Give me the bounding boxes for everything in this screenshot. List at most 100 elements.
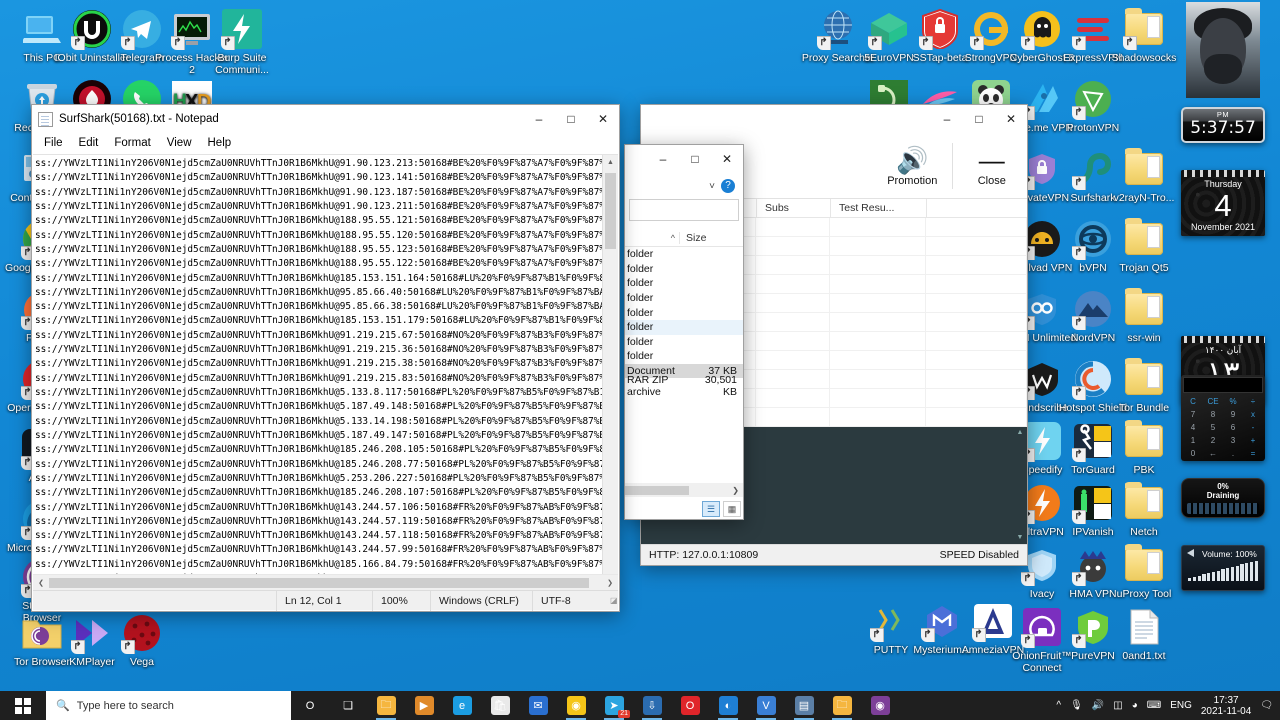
notepad-menu-file[interactable]: File <box>36 135 71 151</box>
sort-ascending-icon[interactable]: ^ <box>625 233 679 243</box>
scroll-up-arrow[interactable]: ▲ <box>603 155 618 171</box>
front-window-column-headers[interactable]: ^ Size <box>625 229 743 247</box>
console-scrollbar[interactable]: ▲ ▼ <box>1013 427 1027 544</box>
calculator-key-2[interactable]: 2 <box>1203 434 1223 447</box>
details-view-button[interactable]: ☰ <box>702 501 720 517</box>
front-window-minimize-button[interactable]: – <box>647 145 679 173</box>
notepad-window[interactable]: SurfShark(50168).txt - Notepad – □ ✕ Fil… <box>31 104 620 612</box>
notepad-vertical-scrollbar[interactable]: ▲ ▼ <box>602 155 618 590</box>
calculator-key-C[interactable]: C <box>1183 395 1203 408</box>
wifi-icon[interactable]: ◕ <box>1132 700 1138 711</box>
notepad-line[interactable]: ss://YWVzLTI1Ni1nY206V0N1ejd5cmZaU0NRUVh… <box>35 214 602 228</box>
taskbar-chrome-icon[interactable]: ◉ <box>557 691 595 720</box>
notepad-line[interactable]: ss://YWVzLTI1Ni1nY206V0N1ejd5cmZaU0NRUVh… <box>35 272 602 286</box>
taskbar[interactable]: 🔍 Type here to search O ❏ 🗀 ▶ e 🛍 ✉ ◉ ➤ 21 ⇩ O ◐ V ▤ 🗀 ◉… <box>0 691 1280 720</box>
notepad-editor-area[interactable]: ss://YWVzLTI1Ni1nY206V0N1ejd5cmZaU0NRUVh… <box>33 154 618 590</box>
microphone-icon[interactable]: 🎙 <box>1070 700 1083 711</box>
desktop-icon-trojan-qt5[interactable]: Trojan Qt5 <box>1106 218 1182 275</box>
volume-icon[interactable]: 🔊 <box>1092 700 1104 711</box>
calculator-key-÷[interactable]: ÷ <box>1243 395 1263 408</box>
calculator-key-9[interactable]: 9 <box>1223 408 1243 421</box>
view-mode-buttons[interactable]: ☰ ▦ <box>702 501 741 517</box>
notepad-line[interactable]: ss://YWVzLTI1Ni1nY206V0N1ejd5cmZaU0NRUVh… <box>35 300 602 314</box>
taskbar-task-view-icon[interactable]: ❏ <box>329 691 367 720</box>
notepad-line[interactable]: ss://YWVzLTI1Ni1nY206V0N1ejd5cmZaU0NRUVh… <box>35 229 602 243</box>
front-window-controls[interactable]: – □ ✕ <box>647 145 743 173</box>
battery-icon[interactable]: ◫ <box>1113 700 1122 711</box>
notepad-line[interactable]: ss://YWVzLTI1Ni1nY206V0N1ejd5cmZaU0NRUVh… <box>35 558 602 572</box>
notepad-line[interactable]: ss://YWVzLTI1Ni1nY206V0N1ejd5cmZaU0NRUVh… <box>35 243 602 257</box>
taskbar-v2ray-icon[interactable]: V <box>747 691 785 720</box>
taskbar-store-icon[interactable]: 🛍 <box>481 691 519 720</box>
notepad-line[interactable]: ss://YWVzLTI1Ni1nY206V0N1ejd5cmZaU0NRUVh… <box>35 257 602 271</box>
calculator-key-CE[interactable]: CE <box>1203 395 1223 408</box>
close-button[interactable]: — Close <box>957 145 1028 187</box>
back-window-maximize-button[interactable]: □ <box>963 105 995 133</box>
notepad-line[interactable]: ss://YWVzLTI1Ni1nY206V0N1ejd5cmZaU0NRUVh… <box>35 171 602 185</box>
calculator-key-x[interactable]: x <box>1243 408 1263 421</box>
notepad-line[interactable]: ss://YWVzLTI1Ni1nY206V0N1ejd5cmZaU0NRUVh… <box>35 415 602 429</box>
desktop-icon-v2rayn-tro[interactable]: v2rayN-Tro... <box>1106 148 1182 205</box>
notepad-line[interactable]: ss://YWVzLTI1Ni1nY206V0N1ejd5cmZaU0NRUVh… <box>35 429 602 443</box>
desktop-icon-tor-bundle[interactable]: Tor Bundle <box>1106 358 1182 415</box>
front-window-maximize-button[interactable]: □ <box>679 145 711 173</box>
console-scroll-down-arrow[interactable]: ▼ <box>1013 532 1027 544</box>
file-list-item[interactable]: folder <box>625 335 743 350</box>
desktop-icon-ssr-win[interactable]: ssr-win <box>1106 288 1182 345</box>
notepad-line[interactable]: ss://YWVzLTI1Ni1nY206V0N1ejd5cmZaU0NRUVh… <box>35 372 602 386</box>
notepad-hscroll-thumb[interactable] <box>49 577 589 588</box>
front-window-horizontal-scrollbar[interactable]: ❯ <box>625 483 743 497</box>
hscroll-right-arrow[interactable]: ❯ <box>602 579 618 587</box>
vscroll-thumb[interactable] <box>605 173 616 249</box>
taskbar-pinned-apps[interactable]: O ❏ 🗀 ▶ e 🛍 ✉ ◉ ➤ 21 ⇩ O ◐ V ▤ 🗀 ◉ <box>291 691 899 720</box>
taskbar-cyberghost-icon[interactable]: ◐ <box>709 691 747 720</box>
taskbar-mail-icon[interactable]: ✉ <box>519 691 557 720</box>
taskbar-telegram-icon[interactable]: ➤ 21 <box>595 691 633 720</box>
notepad-line[interactable]: ss://YWVzLTI1Ni1nY206V0N1ejd5cmZaU0NRUVh… <box>35 357 602 371</box>
hscroll-right-arrow[interactable]: ❯ <box>732 486 743 495</box>
calculator-key-+[interactable]: + <box>1243 434 1263 447</box>
notepad-line[interactable]: ss://YWVzLTI1Ni1nY206V0N1ejd5cmZaU0NRUVh… <box>35 472 602 486</box>
notepad-line[interactable]: ss://YWVzLTI1Ni1nY206V0N1ejd5cmZaU0NRUVh… <box>35 314 602 328</box>
hscroll-left-arrow[interactable]: ❮ <box>33 579 49 587</box>
notepad-line[interactable]: ss://YWVzLTI1Ni1nY206V0N1ejd5cmZaU0NRUVh… <box>35 458 602 472</box>
front-window-toolbar[interactable]: ˅ ? <box>625 173 743 199</box>
notepad-line[interactable]: ss://YWVzLTI1Ni1nY206V0N1ejd5cmZaU0NRUVh… <box>35 443 602 457</box>
taskbar-cortana-icon[interactable]: O <box>291 691 329 720</box>
hscroll-track[interactable] <box>49 577 602 589</box>
calculator-key-%[interactable]: % <box>1223 395 1243 408</box>
calculator-key-←[interactable]: ← <box>1203 447 1223 460</box>
notepad-minimize-button[interactable]: – <box>523 105 555 133</box>
back-window-titlebar[interactable]: – □ ✕ <box>641 105 1027 133</box>
taskbar-tor-icon[interactable]: ◉ <box>861 691 899 720</box>
notepad-menu-view[interactable]: View <box>159 135 200 151</box>
notepad-line[interactable]: ss://YWVzLTI1Ni1nY206V0N1ejd5cmZaU0NRUVh… <box>35 386 602 400</box>
notepad-line[interactable]: ss://YWVzLTI1Ni1nY206V0N1ejd5cmZaU0NRUVh… <box>35 543 602 557</box>
notepad-line[interactable]: ss://YWVzLTI1Ni1nY206V0N1ejd5cmZaU0NRUVh… <box>35 286 602 300</box>
column-header-subs[interactable]: Subs <box>757 198 831 218</box>
desktop-icon-0and1-txt[interactable]: 0and1.txt <box>1106 606 1182 663</box>
notepad-text-content[interactable]: ss://YWVzLTI1Ni1nY206V0N1ejd5cmZaU0NRUVh… <box>33 155 602 590</box>
console-scroll-up-arrow[interactable]: ▲ <box>1013 427 1027 439</box>
selected-text[interactable]: ss <box>35 315 46 326</box>
notepad-line[interactable]: ss://YWVzLTI1Ni1nY206V0N1ejd5cmZaU0NRUVh… <box>35 186 602 200</box>
calculator-key--[interactable]: - <box>1243 421 1263 434</box>
notepad-line[interactable]: ss://YWVzLTI1Ni1nY206V0N1ejd5cmZaU0NRUVh… <box>35 400 602 414</box>
notepad-titlebar[interactable]: SurfShark(50168).txt - Notepad – □ ✕ <box>32 105 619 133</box>
chevron-down-icon[interactable]: ˅ <box>709 181 715 192</box>
calculator-key-7[interactable]: 7 <box>1183 408 1203 421</box>
path-combobox[interactable] <box>629 199 739 221</box>
system-tray[interactable]: ^ 🎙 🔊 ◫ ◕ ⌨ ENG 17:37 2021-11-04 🗨 <box>1056 695 1280 717</box>
action-center-icon[interactable]: 🗨 <box>1260 700 1273 711</box>
notepad-line[interactable]: ss://YWVzLTI1Ni1nY206V0N1ejd5cmZaU0NRUVh… <box>35 157 602 171</box>
file-list-item[interactable]: folder <box>625 262 743 277</box>
notepad-line[interactable]: ss://YWVzLTI1Ni1nY206V0N1ejd5cmZaU0NRUVh… <box>35 501 602 515</box>
file-list-item[interactable]: folder <box>625 349 743 364</box>
notepad-menu-help[interactable]: Help <box>200 135 240 151</box>
column-header-size[interactable]: Size <box>679 231 706 244</box>
clock-gadget[interactable]: PM 5:37:57 <box>1181 107 1265 143</box>
calculator-key-4[interactable]: 4 <box>1183 421 1203 434</box>
search-box[interactable]: 🔍 Type here to search <box>46 691 291 720</box>
calculator-key-.[interactable]: . <box>1223 447 1243 460</box>
promotion-button[interactable]: 🔊 Promotion <box>877 145 948 187</box>
